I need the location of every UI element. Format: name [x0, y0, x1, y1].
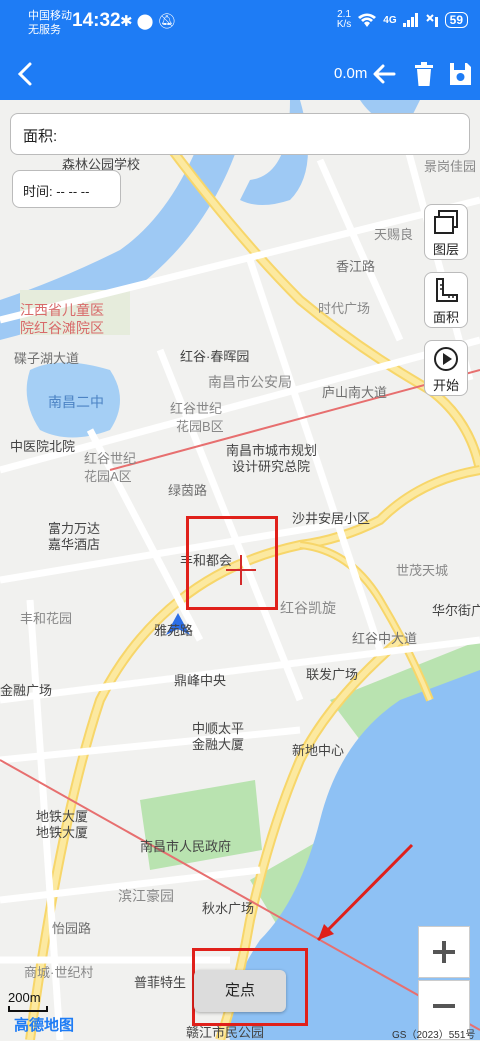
service-status: 无服务: [28, 24, 61, 36]
map-label: 滨江豪园: [118, 888, 174, 904]
area-label: 面积: [432, 310, 459, 325]
amap-logo: 高德地图: [14, 1017, 75, 1034]
wifi-icon: [358, 13, 377, 27]
map-label: 红谷中大道: [352, 631, 418, 646]
map-label: 新地中心: [292, 743, 345, 758]
map-label: 设计研究总院: [232, 459, 311, 474]
map-label: 绿茵路: [168, 483, 208, 498]
scale-bar: [8, 1006, 48, 1012]
map-label: 地铁大厦: [36, 825, 89, 840]
map-label: 香江路: [336, 259, 376, 274]
map-label: 怡园路: [52, 921, 92, 936]
carrier-info: 中国移动 无服务: [28, 9, 72, 37]
map-label: 红谷世纪: [170, 401, 223, 416]
battery-icon: 59: [444, 12, 468, 28]
map-label: 金融广场: [0, 683, 53, 698]
status-right: 2.1 K/s 4G 59: [337, 10, 468, 30]
distance-readout: 0.0m: [334, 65, 368, 82]
scale-label: 200m: [8, 990, 41, 1005]
map-label: 雅苑路: [154, 623, 194, 638]
undo-arrow-icon[interactable]: [370, 60, 398, 88]
play-icon: [434, 347, 458, 371]
layers-icon: [434, 210, 458, 234]
layers-label: 图层: [432, 242, 459, 257]
map-label: 嘉华酒店: [48, 537, 101, 552]
minus-icon: [433, 1004, 455, 1008]
start-label: 开始: [432, 378, 459, 393]
map-label: 中医院北院: [10, 439, 76, 454]
map-label: 华尔街广: [432, 603, 480, 618]
map-label: 红谷凯旋: [280, 600, 336, 616]
location-icon: ⬤: [136, 13, 158, 30]
clock: 14:32: [72, 10, 121, 31]
signal-icon: [402, 13, 418, 27]
carrier-name: 中国移动: [28, 10, 72, 22]
map-label: 联发广场: [306, 667, 359, 682]
map-label: 丰和花园: [20, 611, 73, 626]
map-label: 南昌二中: [48, 394, 104, 410]
map-label: 秋水广场: [202, 901, 255, 916]
layers-button[interactable]: 图层: [424, 204, 468, 260]
map-label: 世茂天城: [396, 563, 449, 578]
map-label: 天赐良: [374, 227, 414, 242]
map-label: 鼎峰中央: [174, 673, 227, 688]
status-bar: 中国移动 无服务 14:32 ✱⬤🔕︎ 2.1 K/s 4G 59: [0, 0, 480, 48]
map-label: 商城·世纪村: [24, 965, 94, 980]
map-label: 南昌市公安局: [208, 374, 292, 390]
map-label: 花园A区: [84, 469, 132, 484]
trash-icon[interactable]: [410, 60, 438, 88]
map-label: 沙井安居小区: [292, 511, 371, 526]
map-label: 普菲特生: [134, 975, 187, 990]
mute-icon: 🔕︎: [157, 13, 181, 30]
map-label: 江西省儿童医: [20, 302, 104, 318]
map-label: 庐山南大道: [322, 385, 388, 400]
back-arrow-icon[interactable]: [10, 58, 42, 90]
bluetooth-icon: ✱: [120, 13, 137, 30]
time-display: 时间: -- -- --: [12, 170, 121, 208]
ruler-icon: [436, 278, 458, 302]
network-type: 4G: [383, 14, 397, 26]
define-point-button[interactable]: 定点: [194, 970, 286, 1012]
map-label: 金融大厦: [192, 737, 245, 752]
map-label: 院红谷滩院区: [20, 320, 104, 336]
save-icon[interactable]: [446, 60, 474, 88]
area-button[interactable]: 面积: [424, 272, 468, 328]
plus-icon: [433, 941, 455, 963]
map-label: 南昌市人民政府: [140, 839, 232, 854]
map-label: 时代广场: [318, 301, 371, 316]
area-display: 面积:: [10, 113, 470, 155]
zoom-in-button[interactable]: [418, 926, 470, 978]
map-label: 景岗佳园: [424, 159, 477, 174]
map-copyright: GS（2023）551号: [392, 1030, 476, 1041]
start-button[interactable]: 开始: [424, 340, 468, 396]
map-label: 碟子湖大道: [14, 351, 80, 366]
status-icons: ✱⬤🔕︎: [120, 12, 180, 30]
no-signal-icon: [425, 14, 438, 27]
map-label: 红谷·春晖园: [180, 349, 250, 364]
map-label: 红谷世纪: [84, 451, 137, 466]
map-label: 花园B区: [176, 419, 224, 434]
highlight-box-crosshair: [186, 516, 278, 610]
net-speed-unit: K/s: [336, 19, 352, 30]
toolbar: 0.0m: [0, 48, 480, 100]
